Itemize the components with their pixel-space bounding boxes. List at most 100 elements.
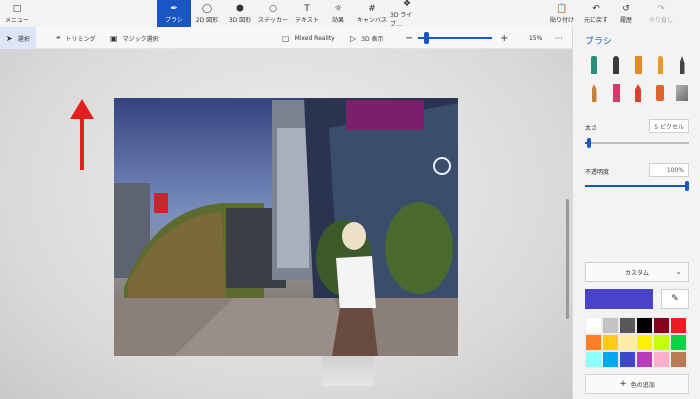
zoom-slider-track[interactable]	[418, 37, 492, 39]
tab-2d-shapes[interactable]: ◯ 2D 図形	[192, 0, 222, 27]
thickness-label: 太さ	[585, 125, 598, 132]
menu-label: メニュー	[4, 16, 29, 24]
brush-panel: ブラシ 太さ 5 ピクセル 不透明度 100% カスタム ⌄ ✎ + 色の追加	[572, 27, 700, 399]
color-mode-value: カスタム	[624, 269, 649, 277]
color-swatch[interactable]	[653, 334, 670, 351]
undo-label: 元に戻す	[583, 16, 608, 24]
3d-view-label: 3D 表示	[361, 35, 384, 43]
crop-icon: ⌖	[56, 33, 61, 42]
3d-view-button[interactable]: ▷ 3D 表示	[350, 27, 384, 49]
select-button[interactable]: ➤ 選択	[0, 27, 36, 49]
brush-fill[interactable]	[675, 83, 689, 103]
tab-3d-shapes[interactable]: ⬢ 3D 図形	[225, 0, 255, 27]
eyedropper-button[interactable]: ✎	[661, 289, 689, 309]
tab-text-label: テキスト	[295, 16, 319, 24]
brush-pixel[interactable]	[675, 55, 689, 75]
tab-text[interactable]: T テキスト	[292, 0, 322, 27]
tab-effects[interactable]: ☼ 効果	[325, 0, 351, 27]
tab-effects-label: 効果	[331, 16, 344, 24]
watercolor-icon	[657, 56, 663, 74]
tab-3d-library[interactable]: ❖ 3D ライブ…	[390, 0, 424, 28]
brush-spray[interactable]	[653, 83, 667, 103]
spray-can-icon	[656, 85, 664, 101]
color-swatch[interactable]	[585, 334, 602, 351]
eraser-icon	[612, 84, 620, 102]
minus-icon: −	[405, 32, 414, 44]
color-swatch[interactable]	[670, 334, 687, 351]
color-swatch[interactable]	[585, 317, 602, 334]
menu-button[interactable]: □ メニュー	[2, 0, 32, 27]
thickness-track[interactable]	[591, 142, 689, 144]
color-swatch[interactable]	[636, 317, 653, 334]
chevron-down-icon: ⌄	[675, 267, 682, 276]
brush-calligraphy[interactable]	[609, 55, 623, 75]
crop-button[interactable]: ⌖ トリミング	[56, 27, 96, 49]
color-swatch[interactable]	[653, 351, 670, 368]
paste-button[interactable]: 📋 貼り付け	[548, 0, 576, 27]
canvas-area[interactable]	[0, 49, 572, 399]
top-toolbar: □ メニュー ✒ ブラシ ◯ 2D 図形 ⬢ 3D 図形 ○ ステッカー T テ…	[0, 0, 700, 28]
2d-shapes-icon: ◯	[201, 3, 213, 14]
color-swatch[interactable]	[670, 317, 687, 334]
calligraphy-pen-icon	[613, 56, 619, 74]
color-swatch[interactable]	[602, 351, 619, 368]
color-swatch[interactable]	[636, 334, 653, 351]
panel-title: ブラシ	[585, 37, 612, 47]
thickness-input[interactable]: 5 ピクセル	[649, 119, 689, 133]
brush-marker[interactable]	[587, 55, 601, 75]
history-icon: ↺	[622, 3, 630, 14]
play-icon: ▷	[350, 33, 357, 43]
current-color-preview[interactable]	[585, 289, 653, 309]
color-swatch[interactable]	[585, 351, 602, 368]
tab-canvas-label: キャンバス	[356, 16, 387, 24]
photo-layer[interactable]	[114, 98, 458, 356]
sun-icon: ☼	[333, 3, 343, 14]
pixel-pen-icon	[679, 56, 685, 74]
color-swatch[interactable]	[636, 351, 653, 368]
color-swatch[interactable]	[602, 317, 619, 334]
color-swatch[interactable]	[670, 351, 687, 368]
opacity-label: 不透明度	[585, 169, 610, 176]
opacity-input[interactable]: 100%	[649, 163, 689, 177]
color-mode-dropdown[interactable]: カスタム ⌄	[585, 262, 689, 282]
history-label: 履歴	[619, 16, 632, 24]
fill-bucket-icon	[676, 85, 688, 101]
tab-canvas[interactable]: # キャンバス	[355, 0, 389, 27]
mixed-reality-icon: ▢	[282, 33, 290, 43]
zoom-out-button[interactable]: −	[405, 27, 413, 49]
redo-button[interactable]: ↷ やり直し	[646, 0, 676, 27]
clipboard-icon: 📋	[556, 3, 568, 14]
color-swatch[interactable]	[619, 351, 636, 368]
crop-label: トリミング	[65, 35, 96, 43]
color-swatch[interactable]	[619, 317, 636, 334]
color-swatches	[585, 317, 689, 368]
brush-oil[interactable]	[631, 55, 645, 75]
magic-select-button[interactable]: ▣ マジック選択	[110, 27, 159, 49]
vertical-scrollbar[interactable]	[566, 199, 569, 319]
zoom-in-button[interactable]: +	[500, 27, 508, 49]
brush-eraser[interactable]	[609, 83, 623, 103]
zoom-slider-knob[interactable]	[424, 32, 429, 44]
brush-crayon[interactable]	[631, 83, 645, 103]
redo-label: やり直し	[648, 16, 673, 24]
undo-button[interactable]: ↶ 元に戻す	[582, 0, 610, 27]
brush-watercolor[interactable]	[653, 55, 667, 75]
oil-brush-icon	[634, 56, 642, 74]
tab-3d-library-label: 3D ライブ…	[390, 12, 413, 28]
redo-icon: ↷	[657, 3, 665, 14]
color-swatch[interactable]	[602, 334, 619, 351]
more-button[interactable]: ···	[555, 27, 563, 49]
thickness-knob[interactable]	[587, 138, 591, 148]
add-color-button[interactable]: + 色の追加	[585, 374, 689, 394]
mixed-reality-button[interactable]: ▢ Mixed Reality	[282, 27, 335, 49]
tab-stickers[interactable]: ○ ステッカー	[258, 0, 288, 27]
opacity-knob[interactable]	[685, 181, 689, 191]
brush-pencil[interactable]	[587, 83, 601, 103]
color-swatch[interactable]	[653, 317, 670, 334]
marker-teal-icon	[591, 56, 597, 74]
color-swatch[interactable]	[619, 334, 636, 351]
opacity-track[interactable]	[585, 185, 689, 187]
tab-brush[interactable]: ✒ ブラシ	[157, 0, 191, 27]
zoom-value: 15%	[529, 34, 543, 42]
history-button[interactable]: ↺ 履歴	[614, 0, 638, 27]
